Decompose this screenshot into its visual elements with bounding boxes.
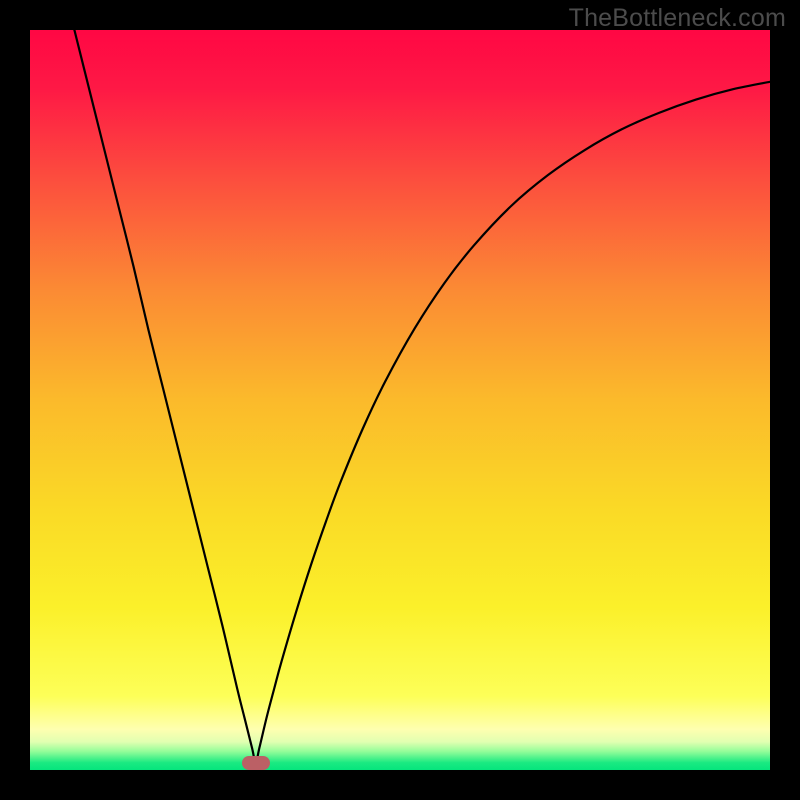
watermark-text: TheBottleneck.com: [569, 4, 786, 33]
plot-area: [30, 30, 770, 770]
chart-frame: TheBottleneck.com: [0, 0, 800, 800]
chart-svg: [30, 30, 770, 770]
minimum-marker: [242, 756, 270, 770]
gradient-background: [30, 30, 770, 770]
